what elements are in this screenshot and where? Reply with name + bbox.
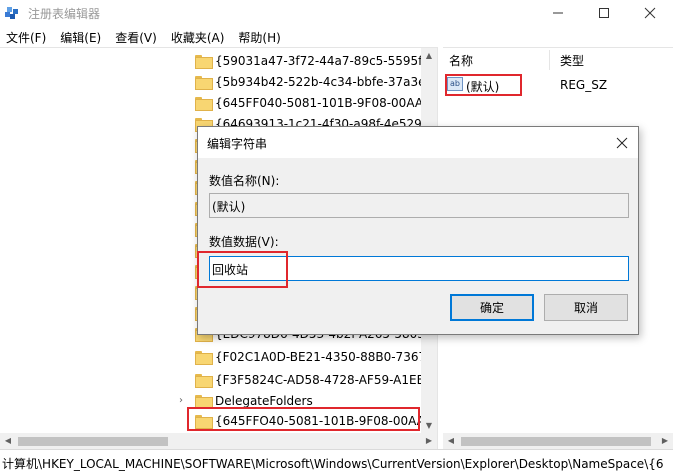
column-header-name[interactable]: 名称 (449, 52, 473, 69)
window-title: 注册表编辑器 (28, 7, 101, 21)
menu-file[interactable]: 文件(F) (0, 29, 53, 46)
value-name-field: (默认) (209, 193, 629, 218)
string-value-icon: ab (447, 77, 463, 91)
value-name: (默认) (466, 80, 500, 94)
folder-icon (195, 373, 213, 388)
value-type: REG_SZ (560, 78, 608, 92)
tree-item[interactable]: {F02C1A0D-BE21-4350-88B0-7367F (195, 346, 433, 367)
minimize-icon (553, 12, 563, 14)
maximize-icon (599, 8, 609, 18)
value-data-label: 数值数据(V): (209, 235, 279, 249)
list-horizontal-scrollbar[interactable]: ◀ ▶ (443, 433, 673, 449)
edit-string-dialog: 编辑字符串 数值名称(N): (默认) 数值数据(V): 回收站 确定 取消 (197, 126, 639, 335)
scroll-up-icon[interactable]: ▲ (421, 48, 437, 64)
menu-view[interactable]: 查看(V) (108, 29, 164, 46)
scroll-down-icon[interactable]: ▼ (421, 418, 437, 433)
tree-item[interactable]: {5b934b42-522b-4c34-bbfe-37a3ef (195, 71, 430, 92)
column-divider[interactable] (549, 50, 550, 70)
value-name-label: 数值名称(N): (209, 174, 280, 188)
folder-icon (195, 54, 213, 69)
minimize-button[interactable] (535, 0, 581, 26)
value-data-input[interactable]: 回收站 (209, 256, 629, 281)
menu-help[interactable]: 帮助(H) (231, 29, 287, 46)
scroll-thumb[interactable] (18, 437, 168, 446)
close-icon (644, 7, 656, 19)
scroll-right-icon[interactable]: ▶ (421, 433, 437, 449)
tree-item-label: {59031a47-3f72-44a7-89c5-5595fe6 (215, 53, 437, 68)
scroll-thumb[interactable] (461, 437, 651, 446)
dialog-title-bar: 编辑字符串 (198, 127, 638, 158)
folder-icon (195, 350, 213, 365)
column-header-type[interactable]: 类型 (560, 52, 584, 69)
title-bar: 注册表编辑器 (0, 0, 673, 26)
dialog-title: 编辑字符串 (207, 137, 268, 151)
expand-arrow-icon[interactable]: › (179, 396, 189, 406)
maximize-button[interactable] (581, 0, 627, 26)
status-bar-path: 计算机\HKEY_LOCAL_MACHINE\SOFTWARE\Microsof… (0, 449, 673, 472)
folder-icon (195, 75, 213, 90)
tree-horizontal-scrollbar[interactable]: ◀ ▶ (0, 433, 437, 449)
tree-item-label: {F02C1A0D-BE21-4350-88B0-7367F (215, 349, 433, 364)
tree-item-label: {645FFO40-5081-101B-9F08-00AA0 (215, 413, 433, 428)
tree-item-label: {F3F5824C-AD58-4728-AF59-A1EBE (215, 372, 433, 387)
tree-item[interactable]: DelegateFolders (195, 390, 313, 411)
folder-icon (195, 414, 213, 429)
cancel-button[interactable]: 取消 (544, 294, 628, 321)
tree-item-label: {5b934b42-522b-4c34-bbfe-37a3ef (215, 74, 430, 89)
tree-item-label: DelegateFolders (215, 393, 313, 408)
folder-icon (195, 96, 213, 111)
menu-bar: 文件(F) 编辑(E) 查看(V) 收藏夹(A) 帮助(H) (0, 27, 673, 47)
tree-item-label: {645FF040-5081-101B-9F08-00AA00 (215, 95, 437, 110)
scroll-left-icon[interactable]: ◀ (0, 433, 16, 449)
regedit-app-icon (4, 5, 20, 21)
dialog-close-button[interactable] (606, 127, 638, 158)
value-row[interactable]: ab (默认) REG_SZ (443, 74, 673, 96)
scroll-right-icon[interactable]: ▶ (657, 433, 673, 449)
tree-item[interactable]: {645FF040-5081-101B-9F08-00AA00 (195, 92, 437, 113)
menu-favorites[interactable]: 收藏夹(A) (164, 29, 232, 46)
folder-icon (195, 394, 213, 409)
close-button[interactable] (627, 0, 673, 26)
ok-button[interactable]: 确定 (450, 294, 534, 321)
tree-item[interactable]: {59031a47-3f72-44a7-89c5-5595fe6 (195, 50, 437, 71)
scroll-left-icon[interactable]: ◀ (443, 433, 459, 449)
tree-item[interactable]: {F3F5824C-AD58-4728-AF59-A1EBE (195, 369, 432, 390)
menu-edit[interactable]: 编辑(E) (53, 29, 108, 46)
close-icon (616, 137, 628, 148)
tree-item-selected[interactable]: {645FFO40-5081-101B-9F08-00AA0 (195, 410, 433, 431)
